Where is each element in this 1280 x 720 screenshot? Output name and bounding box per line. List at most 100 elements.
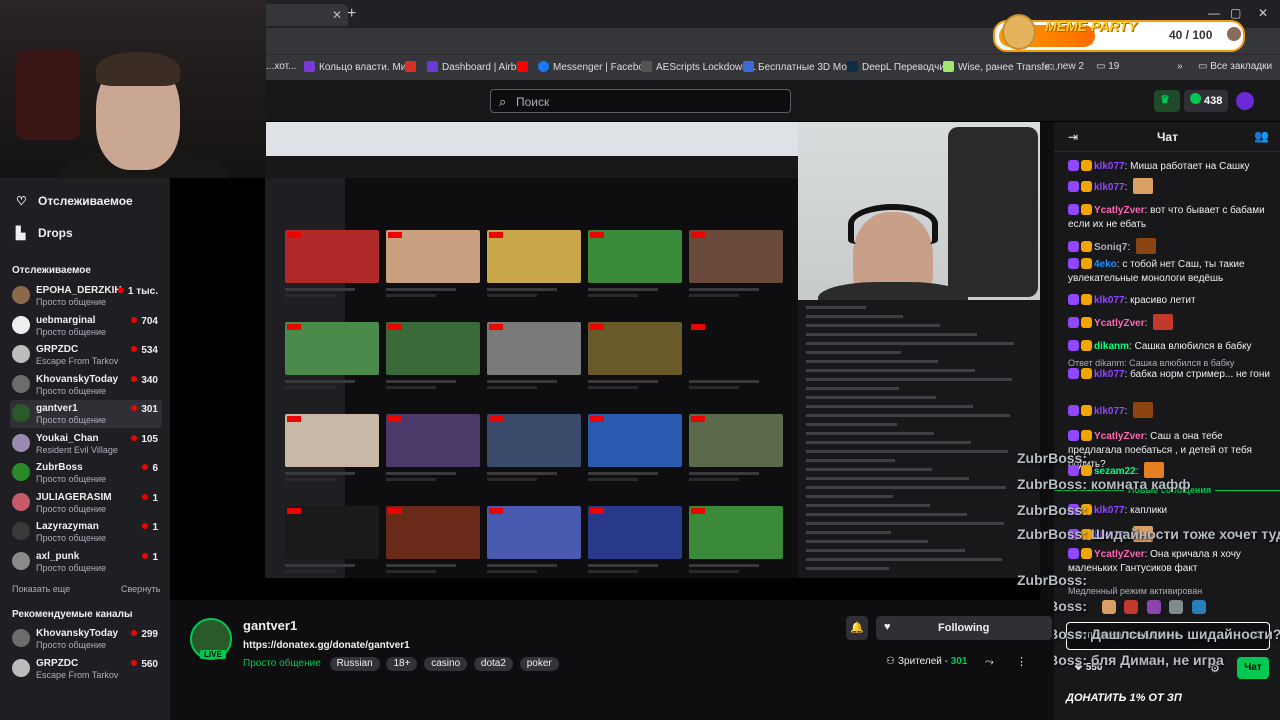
sidebar-nav-drops[interactable]: ▙ Drops [16,226,73,240]
bookmark-label: 19 [1108,61,1120,72]
bookmark-item[interactable]: Бесплатные 3D Мо... [743,61,855,73]
sub-badge-icon [1068,368,1079,379]
minimize-icon[interactable]: — [1208,6,1220,20]
live-badge: LIVE [200,650,226,659]
sidebar-channel-item[interactable]: KhovanskyToday Просто общение 340 [10,371,162,399]
bookmark-item[interactable]: DeepL Переводчик [847,61,949,73]
captured-thumbnail-meta [487,284,581,302]
stream-tag[interactable]: Russian [329,657,380,671]
emote-icon[interactable] [1102,600,1116,614]
captured-chat-line [806,540,928,543]
bookmark-folder[interactable]: ▭ new 2 [1045,61,1084,72]
bookmark-item[interactable]: Wise, ранее Transfe... [943,61,1058,73]
crown-icon[interactable]: ♛ [1154,90,1180,112]
chat-message: klk077: красиво летит [1068,294,1272,308]
chat-username[interactable]: Soniq7 [1094,242,1127,253]
captured-chat-line [806,477,969,480]
stream-tag[interactable]: casino [424,657,468,671]
sidebar-channel-item[interactable]: GRPZDC Escape From Tarkov 560 [10,655,162,683]
search-input[interactable]: ⌕ Поиск [490,89,791,113]
chat-username[interactable]: klk077 [1094,161,1125,172]
sidebar-channel-item[interactable]: Lazyrazyman Просто общение 1 [10,518,162,546]
sub-badge-icon [1068,548,1079,559]
chat-username[interactable]: klk077 [1094,369,1125,380]
close-window-icon[interactable]: ✕ [1258,6,1268,20]
stream-tag[interactable]: dota2 [473,657,513,671]
sidebar-channel-item[interactable]: EPOHA_DERZKIH Просто общение 1 тыс. [10,282,162,310]
viewers-number: 301 [950,656,968,667]
chat-username[interactable]: klk077 [1094,505,1125,516]
bookmark-folder[interactable]: ▭ 19 [1096,61,1119,72]
sidebar-channel-item[interactable]: axl_punk Просто общение 1 [10,548,162,576]
bookmark-item[interactable]: Dashboard | Airbit [427,61,521,73]
captured-stream-thumbnail [689,230,783,283]
channel-name: Youkai_Chan [36,432,99,444]
collapse-chat-icon[interactable]: ⇥ [1068,130,1078,144]
channel-name[interactable]: gantver1 [243,618,297,633]
captured-thumbnail-meta [487,560,581,578]
bookmark-item[interactable]: Кольцо власти. Ми... [304,61,415,73]
emote-icon[interactable] [1191,600,1206,614]
bookmarks-overflow-icon[interactable]: » [1177,61,1183,72]
channel-points-button[interactable]: 438 [1184,90,1228,112]
bell-icon[interactable]: 🔔 [846,616,868,640]
emote-icon[interactable] [1169,600,1184,614]
bookmark-item[interactable]: Messenger | Facebo... [538,61,652,73]
sidebar-channel-item[interactable]: ZubrBoss Просто общение 6 [10,459,162,487]
stream-tag[interactable]: 18+ [386,657,418,671]
chat-message: klk077: [1068,178,1272,195]
sidebar-channel-item[interactable]: Youkai_Chan Resident Evil Village 105 [10,430,162,458]
show-more-link[interactable]: Показать еще [12,584,70,594]
captured-thumbnail-meta [487,376,581,394]
bookmark-folder[interactable]: ▭ Все закладки [1198,61,1272,72]
sidebar-channel-item[interactable]: uebmarginal Просто общение 704 [10,312,162,340]
chat-username[interactable]: YcatlyZver [1094,205,1145,216]
channel-avatar [12,492,30,511]
captured-chat-line [806,414,1010,417]
close-tab-icon[interactable]: ✕ [332,8,342,22]
captured-chat [798,300,1040,578]
chat-username[interactable]: klk077 [1094,182,1125,193]
facecam-overlay [0,0,266,178]
chat-header: ⇥ Чат 👥 [1054,122,1280,152]
bookmark-item[interactable] [405,61,420,73]
channel-game: Просто общение [36,297,106,307]
bookmark-item[interactable]: AEScripts Lockdown... [641,61,756,73]
share-icon[interactable]: ⤳ [985,656,994,669]
chat-title: Чат [1157,130,1178,144]
community-icon[interactable]: 👥 [1254,129,1269,143]
chat-send-button[interactable]: Чат [1237,657,1269,679]
sidebar-channel-item[interactable]: GRPZDC Escape From Tarkov 534 [10,341,162,369]
chat-text: красиво летит [1130,295,1196,306]
chat-username[interactable]: klk077 [1094,406,1125,417]
channel-avatar [12,345,30,363]
emote-icon[interactable] [1146,600,1161,614]
new-tab-icon[interactable]: + [347,5,356,23]
chat-username[interactable]: YcatlyZver [1094,549,1145,560]
following-button[interactable]: ♥ Following [876,616,1052,640]
video-player[interactable] [170,122,1040,600]
stream-tag[interactable]: poker [519,657,559,671]
captured-chat-line [806,342,1014,345]
stream-category[interactable]: Просто общение [243,658,321,669]
sidebar-channel-item[interactable]: JULIAGERASIM Просто общение 1 [10,489,162,517]
more-options-icon[interactable]: ⋮ [1016,655,1027,668]
user-avatar[interactable] [1236,92,1254,110]
channel-avatar [12,433,30,452]
bookmark-item[interactable] [517,61,532,73]
collapse-link[interactable]: Свернуть [121,584,160,594]
chat-username[interactable]: klk077 [1094,295,1125,306]
bookmark-item[interactable]: ...хот... [266,61,296,72]
maximize-icon[interactable]: ▢ [1230,6,1241,20]
sidebar-channel-item[interactable]: gantver1 Просто общение 301 [10,400,162,428]
sidebar-channel-item[interactable]: KhovanskyToday Просто общение 299 [10,625,162,653]
chat-username[interactable]: YcatlyZver [1094,431,1145,442]
sidebar-nav-following[interactable]: ♡ Отслеживаемое [16,194,133,208]
chat-username[interactable]: dikanm [1094,341,1129,352]
chat-message: klk077: каплики [1068,504,1272,518]
chat-username[interactable]: YcatlyZver [1094,318,1145,329]
emote-icon[interactable] [1124,600,1139,614]
chat-username[interactable]: 4eko [1094,259,1117,270]
following-label: Following [938,622,990,634]
channel-avatar [12,374,30,393]
